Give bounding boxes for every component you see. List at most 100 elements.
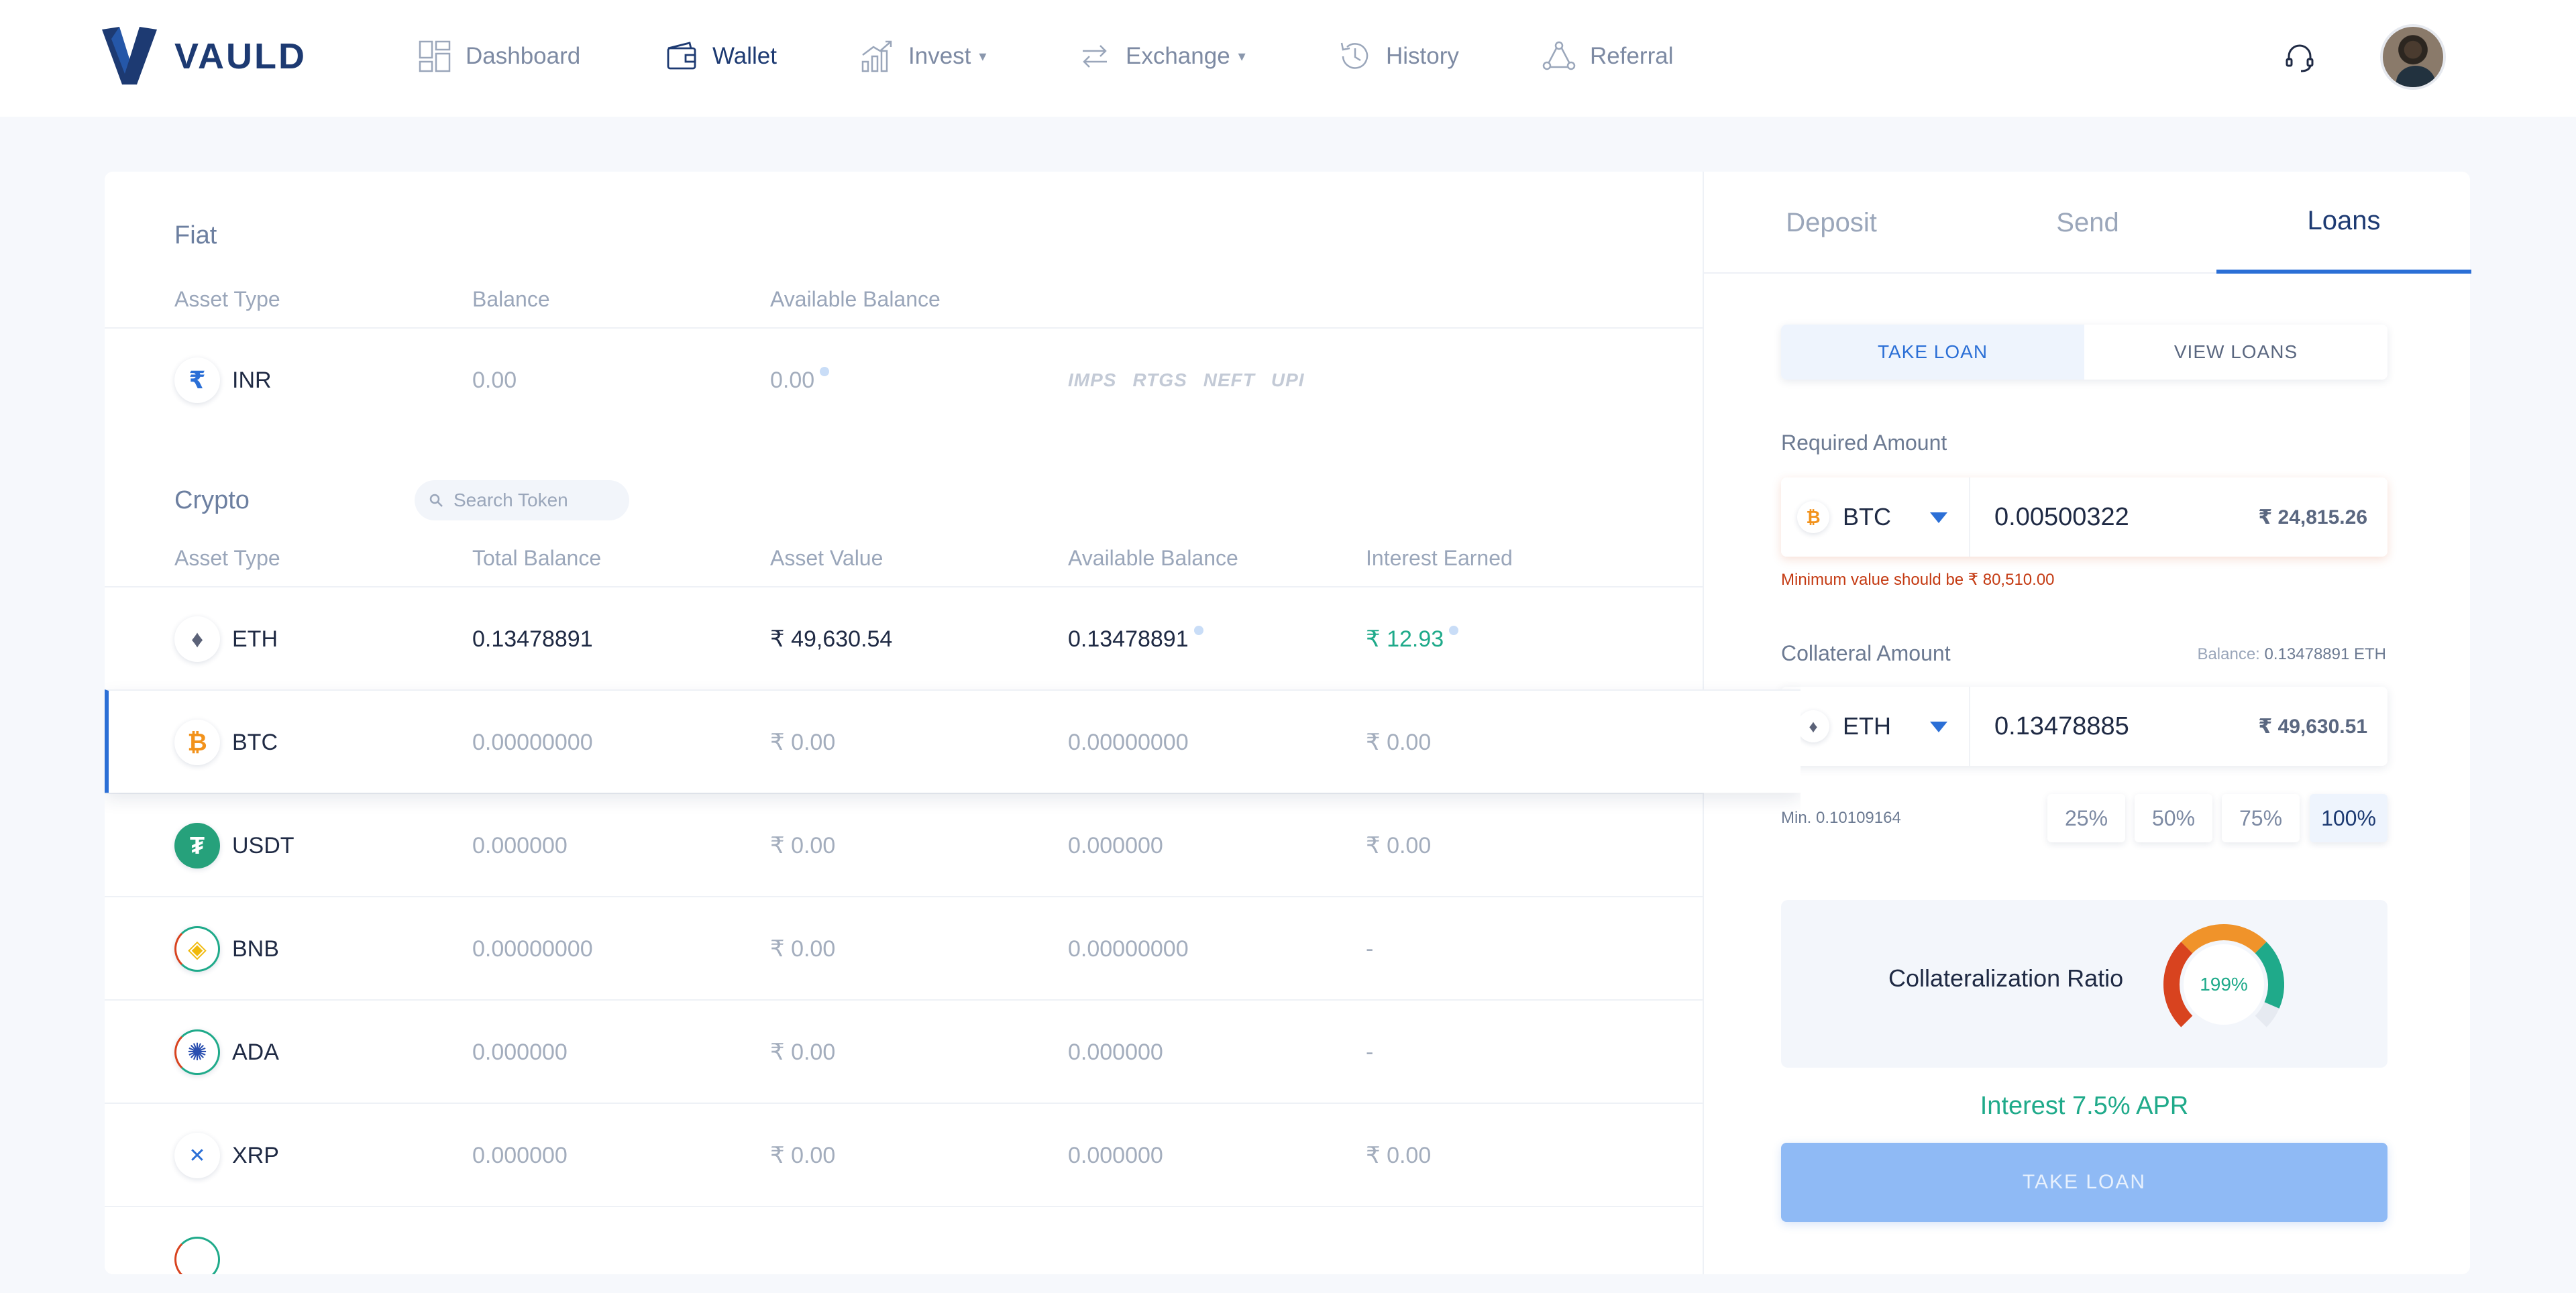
xrp-icon: ✕ [174,1133,220,1178]
balance-label: Balance: [2197,645,2260,663]
required-amount-input[interactable] [1994,477,2249,557]
nav-label: History [1386,43,1459,69]
total-balance: 0.00000000 [472,936,593,962]
total-balance: 0.000000 [472,832,568,858]
search-token-field[interactable]: Search Token [415,480,629,520]
total-balance: 0.00000000 [472,729,593,755]
asset-cell: ₿ BTC [174,691,278,794]
vauld-logo[interactable]: VAULD [99,25,307,87]
tab-send[interactable]: Send [1960,172,2215,274]
asset-symbol: ADA [232,1039,279,1065]
fiat-col-balance: Balance [472,287,550,311]
required-amount-box: ₿ BTC ₹ 24,815.26 [1781,477,2387,557]
collateral-amount-box: ♦ ETH ₹ 49,630.51 [1781,687,2387,766]
collateral-amount-input[interactable] [1994,687,2249,766]
asset-value: ₹ 0.00 [770,936,836,962]
view-loans-toggle[interactable]: VIEW LOANS [2084,325,2387,380]
asset-symbol: XRP [232,1142,279,1168]
info-dot-icon[interactable] [1193,626,1203,635]
asset-cell: ✺ ADA [174,1001,279,1104]
nav-dashboard[interactable]: Dashboard [417,35,580,78]
top-navigation: VAULD Dashboard Wallet Invest ▾ Exchange… [0,0,2576,117]
available-balance: 0.13478891 [1068,626,1189,652]
pct-50-button[interactable]: 50% [2135,794,2212,842]
fiat-balance: 0.00 [472,367,517,393]
nav-referral[interactable]: Referral [1542,35,1673,78]
nav-label: Exchange [1126,43,1230,69]
pct-75-button[interactable]: 75% [2222,794,2300,842]
available-cell: 0.13478891 [1068,587,1203,691]
nav-history[interactable]: History [1338,35,1459,78]
asset-symbol: ETH [232,626,278,652]
crypto-row-eth[interactable]: ♦ ETH 0.13478891 ₹ 49,630.54 0.13478891 … [105,586,1801,689]
usdt-icon: ₮ [174,823,220,868]
info-dot-icon[interactable] [1449,626,1459,635]
tab-loans[interactable]: Loans [2216,172,2471,274]
asset-symbol: INR [232,367,272,393]
ada-icon: ✺ [174,1029,220,1075]
interest-earned: - [1366,1039,1374,1065]
tab-deposit[interactable]: Deposit [1704,172,1959,274]
nav-exchange[interactable]: Exchange ▾ [1077,35,1246,78]
headset-support-icon[interactable] [2282,40,2317,75]
asset-value: ₹ 0.00 [770,730,836,755]
ratio-label: Collateralization Ratio [1888,964,2124,992]
info-dot-icon[interactable] [820,367,830,376]
collateral-min: Min. 0.10109164 [1781,809,1901,827]
interest-cell: ₹ 12.93 [1366,587,1459,691]
crypto-row-ada[interactable]: ✺ ADA 0.000000 ₹ 0.00 0.000000 - [105,999,1801,1103]
nav-invest[interactable]: Invest ▾ [860,35,986,78]
required-amount-label: Required Amount [1781,431,1947,455]
pct-25-button[interactable]: 25% [2047,794,2125,842]
rtgs-logo: RTGS [1132,370,1187,390]
brand-name: VAULD [174,36,307,76]
pct-100-button[interactable]: 100% [2310,794,2387,842]
exchange-arrows-icon [1083,45,1107,68]
collateral-coin-select[interactable]: ♦ ETH [1781,687,1970,766]
interest-rate: Interest 7.5% APR [1980,1092,2189,1120]
take-loan-button[interactable]: TAKE LOAN [1781,1143,2387,1222]
crypto-row-xrp[interactable]: ✕ XRP 0.000000 ₹ 0.00 0.000000 ₹ 0.00 [105,1103,1801,1206]
balance-value: 0.13478891 ETH [2264,645,2386,663]
collateralization-ratio-card: Collateralization Ratio 199% [1781,900,2387,1068]
asset-value: ₹ 49,630.54 [770,626,893,652]
partial-asset-icon [174,1237,220,1274]
user-avatar[interactable] [2380,24,2446,90]
wallet-icon [667,42,696,70]
asset-symbol: BNB [232,936,279,962]
search-icon [429,494,443,507]
asset-cell: ₹ INR [174,329,272,432]
crypto-row-bnb[interactable]: ◈ BNB 0.00000000 ₹ 0.00 0.00000000 - [105,896,1801,999]
collateral-coin-label: ETH [1843,712,1891,740]
total-balance: 0.13478891 [472,626,593,652]
available-balance: 0.000000 [1068,1039,1163,1065]
crypto-col-value: Asset Value [770,546,883,570]
ratio-value: 199% [2200,974,2248,995]
asset-symbol: BTC [232,729,278,755]
dashboard-icon [419,40,451,72]
wallet-balances-card: Fiat Asset Type Balance Available Balanc… [105,172,1801,1274]
crypto-row-partial[interactable] [105,1206,1801,1274]
invest-chart-icon [861,40,892,72]
caret-down-icon [1930,722,1947,732]
asset-value: ₹ 0.00 [770,833,836,858]
take-loan-toggle[interactable]: TAKE LOAN [1781,325,2084,380]
asset-cell: ✕ XRP [174,1104,279,1207]
asset-cell: ₮ USDT [174,794,294,897]
search-token-placeholder: Search Token [453,490,568,510]
history-clock-icon [1340,42,1368,69]
crypto-row-usdt[interactable]: ₮ USDT 0.000000 ₹ 0.00 0.000000 ₹ 0.00 [105,793,1801,896]
crypto-section-title: Crypto [174,486,250,514]
crypto-col-total: Total Balance [472,546,602,570]
required-coin-select[interactable]: ₿ BTC [1781,477,1970,557]
interest-earned: - [1366,936,1374,962]
fiat-available-cell: 0.00 [770,329,830,432]
interest-earned: ₹ 0.00 [1366,833,1432,858]
nav-wallet[interactable]: Wallet [664,35,777,78]
loan-panel: Deposit Send Loans TAKE LOAN VIEW LOANS … [1703,172,2471,1274]
available-balance: 0.00000000 [1068,936,1189,962]
fiat-row-inr[interactable]: ₹ INR 0.00 0.00 IMPS RTGS NEFT UPI [105,327,1801,431]
crypto-row-btc[interactable]: ₿ BTC 0.00000000 ₹ 0.00 0.00000000 ₹ 0.0… [105,689,1801,793]
caret-down-icon [1930,512,1947,523]
nav-label: Wallet [712,43,777,69]
